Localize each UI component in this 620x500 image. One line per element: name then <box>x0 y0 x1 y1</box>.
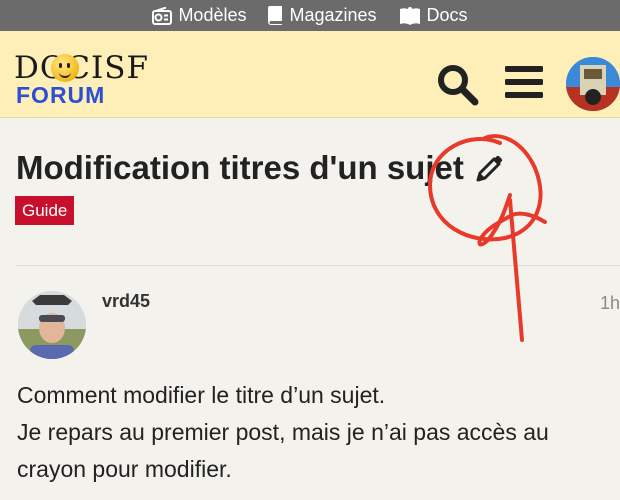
book-icon <box>268 6 283 25</box>
search-icon[interactable] <box>436 63 480 112</box>
post-author-avatar[interactable] <box>18 291 86 359</box>
nav-item-modeles[interactable]: Modèles <box>152 5 246 26</box>
page-title: Modification titres d'un sujet <box>16 149 464 186</box>
nav-item-label: Modèles <box>178 5 247 25</box>
smiley-icon <box>51 54 79 82</box>
post-username[interactable]: vrd45 <box>102 291 150 312</box>
post-line: Comment modifier le titre d’un sujet. <box>17 382 386 408</box>
post-line: Je repars au premier post, mais je n’ai … <box>17 419 549 445</box>
nav-item-magazines[interactable]: Magazines <box>268 5 377 26</box>
open-book-icon <box>399 6 421 25</box>
divider <box>16 265 620 266</box>
post-line: crayon pour modifier. <box>17 456 232 482</box>
site-header: DOCISF FORUM <box>0 31 620 118</box>
top-nav: Modèles Magazines Docs <box>0 0 620 31</box>
logo-text-bottom: FORUM <box>16 82 106 108</box>
post-body: Comment modifier le titre d’un sujet. Je… <box>17 377 617 488</box>
user-avatar[interactable] <box>566 57 620 111</box>
nav-item-label: Docs <box>426 5 468 25</box>
pencil-edit-icon[interactable] <box>474 154 504 189</box>
logo-text-top: DOCISF <box>14 50 149 86</box>
nav-item-docs[interactable]: Docs <box>399 5 468 26</box>
hamburger-menu-icon[interactable] <box>505 65 543 104</box>
post-timestamp: 1h <box>600 293 620 313</box>
nav-item-label: Magazines <box>289 5 377 25</box>
site-logo[interactable]: DOCISF FORUM <box>14 51 159 111</box>
category-badge[interactable]: Guide <box>15 196 75 225</box>
radio-icon <box>152 6 173 25</box>
